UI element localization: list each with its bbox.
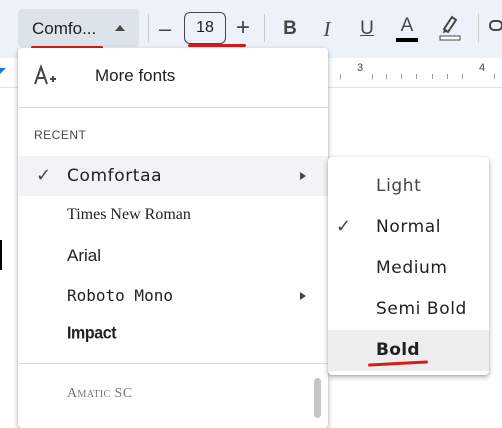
font-item-roboto-mono[interactable]: Roboto Mono [18,276,328,316]
font-item-amatic-sc[interactable]: Amatic SC [18,376,328,416]
ruler-mark-4: 4 [479,62,486,74]
text-color-bar [396,38,418,42]
font-item-times-new-roman[interactable]: Times New Roman [18,196,328,236]
weight-light[interactable]: Light [328,166,489,207]
font-item-label: Comfortaa [67,166,163,186]
ruler-tick [401,74,402,79]
caret-up-icon [115,25,125,31]
more-fonts-item[interactable]: More fonts [18,56,328,96]
text-color-button[interactable]: A [396,11,418,45]
font-item-label: Arial [67,246,102,265]
link-glyph [489,20,502,31]
ruler-tick [340,74,341,79]
ruler-tick [447,74,448,79]
font-item-label: Amatic SC [67,386,133,401]
text-color-letter: A [400,15,414,36]
increase-font-size-button[interactable]: + [232,11,254,45]
font-family-value: Comfo... [32,19,97,38]
ruler-tick [494,74,495,79]
weight-label: Light [376,176,422,196]
weight-normal[interactable]: ✓ Normal [328,207,489,248]
insert-link-icon[interactable] [488,11,502,45]
font-item-arial[interactable]: Arial [18,236,328,276]
toolbar-divider [478,14,479,42]
font-item-label: Roboto Mono [67,286,173,305]
toolbar-divider [264,14,265,42]
ruler-mark-3: 3 [357,62,364,74]
italic-button[interactable]: I [316,11,338,45]
ruler-tick [416,74,417,79]
ruler-tick [432,74,433,79]
menu-divider [18,363,328,364]
more-fonts-label: More fonts [95,66,176,85]
submenu-arrow-icon [300,292,306,300]
menu-divider [18,107,328,108]
menu-scrollbar[interactable] [314,378,321,418]
highlight-pen-icon[interactable] [438,11,462,45]
font-item-label: Times New Roman [67,206,191,223]
font-item-impact[interactable]: Impact [18,314,328,354]
weight-label: Bold [376,340,420,360]
decrease-font-size-button[interactable]: – [155,11,175,45]
font-weight-submenu: Light ✓ Normal Medium Semi Bold Bold [328,157,489,375]
ruler-tick [372,74,373,79]
font-family-select[interactable]: Comfo... [18,9,139,47]
font-size-input[interactable]: 18 [184,12,226,44]
weight-label: Semi Bold [376,299,467,319]
check-icon: ✓ [36,165,52,185]
font-item-comfortaa[interactable]: ✓ Comfortaa [18,156,328,196]
highlight-pen-glyph [439,15,461,41]
weight-label: Medium [376,258,448,278]
recent-header: RECENT [34,128,87,142]
weight-semi-bold[interactable]: Semi Bold [328,289,489,330]
ruler-tick [462,74,463,79]
text-cursor [0,240,2,270]
weight-label: Normal [376,217,442,237]
ruler-tick [386,74,387,79]
font-menu: More fonts RECENT ✓ Comfortaa Times New … [18,48,328,428]
weight-medium[interactable]: Medium [328,248,489,289]
underline-button[interactable]: U [356,11,378,45]
bold-button[interactable]: B [279,11,301,45]
font-item-label: Impact [67,324,117,344]
toolbar-divider [148,14,149,42]
add-font-icon [34,64,56,85]
indent-marker-icon[interactable] [0,68,6,74]
submenu-arrow-icon [300,172,306,180]
check-icon: ✓ [336,216,352,236]
weight-bold[interactable]: Bold [328,330,489,371]
